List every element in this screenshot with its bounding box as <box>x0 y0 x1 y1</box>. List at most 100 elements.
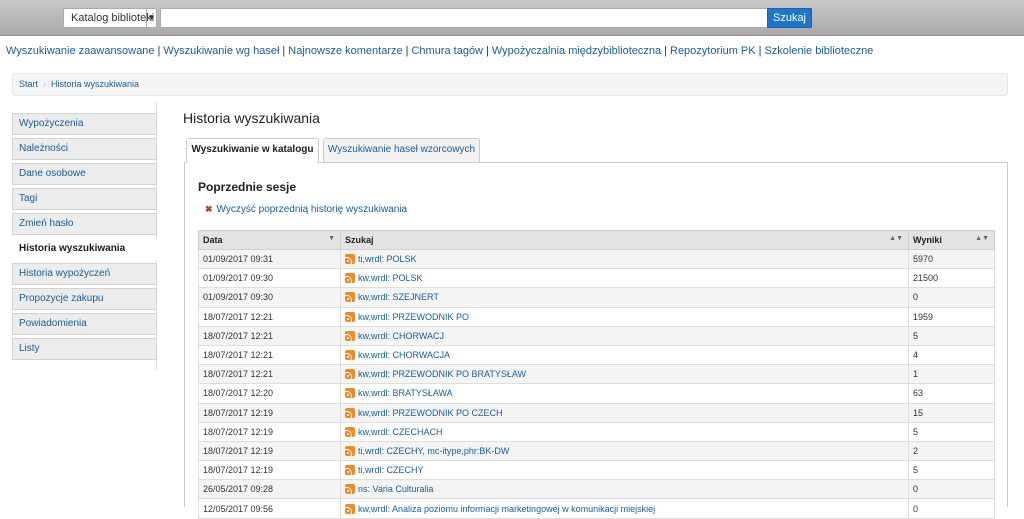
table-row: 01/09/2017 09:30 kw,wrdl: POLSK 21500 <box>198 268 995 289</box>
rss-feed-icon[interactable] <box>345 330 355 341</box>
history-query-cell: kw,wrdl: CHORWACJA <box>340 344 909 366</box>
column-header-results[interactable]: Wyniki ▲▼ <box>908 230 995 250</box>
history-query-link[interactable]: kw,wrdl: PRZEWODNIK PO BRATYSŁAW <box>358 369 526 379</box>
sidebar-item-notifications[interactable]: Powiadomienia <box>12 313 157 335</box>
table-row: 18/07/2017 12:19 ti,wrdl: CZECHY, mc-ityp… <box>198 440 995 462</box>
history-query-link[interactable]: ti,wrdl: CZECHY, mc-itype,phr:BK-DW <box>358 446 509 456</box>
table-row: 18/07/2017 12:21 kw,wrdl: PRZEWODNIK PO 19… <box>198 306 995 327</box>
nav-repository[interactable]: Repozytorium PK <box>670 45 756 57</box>
chevron-down-icon[interactable]: ▼ <box>146 9 156 27</box>
history-date: 01/09/2017 09:30 <box>198 287 341 308</box>
sidebar-item-lists[interactable]: Listy <box>12 338 157 360</box>
nav-interlibrary-loan[interactable]: Wypożyczalnia międzybiblioteczna <box>492 45 661 57</box>
history-query-cell: kw,wrdl: PRZEWODNIK PO <box>340 306 909 327</box>
history-query-link[interactable]: kw,wrdl: POLSK <box>358 273 423 283</box>
rss-feed-icon[interactable] <box>345 465 355 476</box>
sidebar-item-personal-details[interactable]: Dane osobowe <box>12 163 157 185</box>
history-query-cell: kw,wrdl: CZECHACH <box>340 421 909 442</box>
rss-feed-icon[interactable] <box>345 503 355 514</box>
table-row: 18/07/2017 12:21 kw,wrdl: CHORWACJ 5 <box>198 325 995 346</box>
main-nav: Wyszukiwanie zaawansowane | Wyszukiwanie w… <box>6 45 874 57</box>
tab-authority-search[interactable]: Wyszukiwanie haseł wzorcowych <box>323 138 480 162</box>
table-row: 18/07/2017 12:20 kw,wrdl: BRATYSŁAWA 63 <box>198 383 995 404</box>
breadcrumb: Start › Historia wyszukiwania <box>12 73 1008 96</box>
history-query-cell: kw,wrdl: SZEJNERT <box>340 287 909 308</box>
history-date: 18/07/2017 12:20 <box>198 383 341 404</box>
table-row: 26/05/2017 09:28 ns: Varia Culturalia 0 <box>198 479 995 500</box>
history-date: 18/07/2017 12:19 <box>198 402 341 423</box>
search-input[interactable] <box>160 8 768 28</box>
history-query-link[interactable]: kw,wrdl: SZEJNERT <box>358 292 439 302</box>
history-date: 18/07/2017 12:19 <box>198 460 341 481</box>
rss-feed-icon[interactable] <box>345 426 355 437</box>
history-results-count: 63 <box>908 383 995 404</box>
rss-feed-icon[interactable] <box>345 484 355 495</box>
sidebar-item-search-history[interactable]: Historia wyszukiwania <box>12 238 157 260</box>
history-query-link[interactable]: kw,wrdl: Analiza poziomu informacji mark… <box>358 504 655 514</box>
history-query-cell: ns: Varia Culturalia <box>340 479 909 500</box>
history-query-cell: kw,wrdl: BRATYSŁAWA <box>340 383 909 404</box>
rss-feed-icon[interactable] <box>345 407 355 418</box>
column-header-search[interactable]: Szukaj ▲▼ <box>340 230 909 250</box>
history-results-count: 15 <box>908 402 995 423</box>
history-date: 18/07/2017 12:21 <box>198 306 341 327</box>
history-query-link[interactable]: kw,wrdl: CZECHACH <box>358 427 443 437</box>
history-date: 01/09/2017 09:31 <box>198 248 341 270</box>
history-results-count: 4 <box>908 344 995 366</box>
sidebar-item-purchase-suggestions[interactable]: Propozycje zakupu <box>12 288 157 310</box>
history-results-count: 1 <box>908 364 995 385</box>
history-query-link[interactable]: ti,wrdl: CZECHY <box>358 465 424 475</box>
history-query-link[interactable]: kw,wrdl: BRATYSŁAWA <box>358 388 453 398</box>
search-history-table: Data ▼ Szukaj ▲▼ Wyniki ▲▼ 01/09/2017 09:31… <box>198 230 995 519</box>
history-query-link[interactable]: ns: Varia Culturalia <box>358 484 433 494</box>
history-results-count: 5 <box>908 421 995 442</box>
nav-advanced-search[interactable]: Wyszukiwanie zaawansowane <box>6 45 154 57</box>
history-date: 01/09/2017 09:30 <box>198 268 341 289</box>
sidebar-item-checkouts[interactable]: Wypożyczenia <box>12 113 157 135</box>
history-results-count: 0 <box>908 498 995 519</box>
sidebar-item-fines[interactable]: Należności <box>12 138 157 160</box>
sort-icon: ▲▼ <box>975 235 989 242</box>
tab-catalog-search[interactable]: Wyszukiwanie w katalogu <box>186 138 319 163</box>
nav-library-training[interactable]: Szkolenie biblioteczne <box>764 45 873 57</box>
history-query-cell: kw,wrdl: Analiza poziomu informacji mark… <box>340 498 909 519</box>
rss-feed-icon[interactable] <box>345 445 355 456</box>
history-query-link[interactable]: kw,wrdl: CHORWACJA <box>358 350 450 360</box>
breadcrumb-start[interactable]: Start <box>19 79 38 89</box>
nav-recent-comments[interactable]: Najnowsze komentarze <box>288 45 402 57</box>
rss-feed-icon[interactable] <box>345 369 355 380</box>
rss-feed-icon[interactable] <box>345 254 355 265</box>
history-query-link[interactable]: kw,wrdl: PRZEWODNIK PO CZECH <box>358 408 503 418</box>
history-query-link[interactable]: kw,wrdl: PRZEWODNIK PO <box>358 312 469 322</box>
section-title: Poprzednie sesje <box>198 180 297 194</box>
sidebar-item-tags[interactable]: Tagi <box>12 188 157 210</box>
table-row: 12/05/2017 09:56 kw,wrdl: Analiza poziomu… <box>198 498 995 519</box>
search-button[interactable]: Szukaj <box>767 8 812 28</box>
column-header-date[interactable]: Data ▼ <box>198 230 341 250</box>
rss-feed-icon[interactable] <box>345 350 355 361</box>
sidebar-item-change-password[interactable]: Zmień hasło <box>12 213 157 235</box>
table-row: 01/09/2017 09:30 kw,wrdl: SZEJNERT 0 <box>198 287 995 308</box>
history-results-count: 1959 <box>908 306 995 327</box>
history-date: 18/07/2017 12:19 <box>198 440 341 462</box>
table-row: 18/07/2017 12:21 kw,wrdl: CHORWACJA 4 <box>198 344 995 366</box>
history-query-cell: kw,wrdl: PRZEWODNIK PO BRATYSŁAW <box>340 364 909 385</box>
sidebar-item-reading-history[interactable]: Historia wypożyczeń <box>12 263 157 285</box>
history-query-link[interactable]: ti,wrdl: POLSK <box>358 254 417 264</box>
page-title: Historia wyszukiwania <box>183 110 320 126</box>
rss-feed-icon[interactable] <box>345 292 355 303</box>
breadcrumb-current: Historia wyszukiwania <box>51 79 140 89</box>
history-results-count: 21500 <box>908 268 995 289</box>
clear-history-link[interactable]: ✖ Wyczyść poprzednią historię wyszukiwani… <box>205 204 407 215</box>
rss-feed-icon[interactable] <box>345 311 355 322</box>
table-row: 18/07/2017 12:19 ti,wrdl: CZECHY 5 <box>198 460 995 481</box>
history-query-cell: kw,wrdl: POLSK <box>340 268 909 289</box>
catalog-scope-select[interactable]: Katalog biblioteki ▼ <box>63 8 157 28</box>
history-query-link[interactable]: kw,wrdl: CHORWACJ <box>358 331 444 341</box>
delete-icon: ✖ <box>205 204 213 214</box>
nav-browse-headings[interactable]: Wyszukiwanie wg haseł <box>163 45 279 57</box>
rss-feed-icon[interactable] <box>345 388 355 399</box>
nav-tag-cloud[interactable]: Chmura tagów <box>411 45 483 57</box>
history-query-cell: kw,wrdl: PRZEWODNIK PO CZECH <box>340 402 909 423</box>
rss-feed-icon[interactable] <box>345 273 355 284</box>
